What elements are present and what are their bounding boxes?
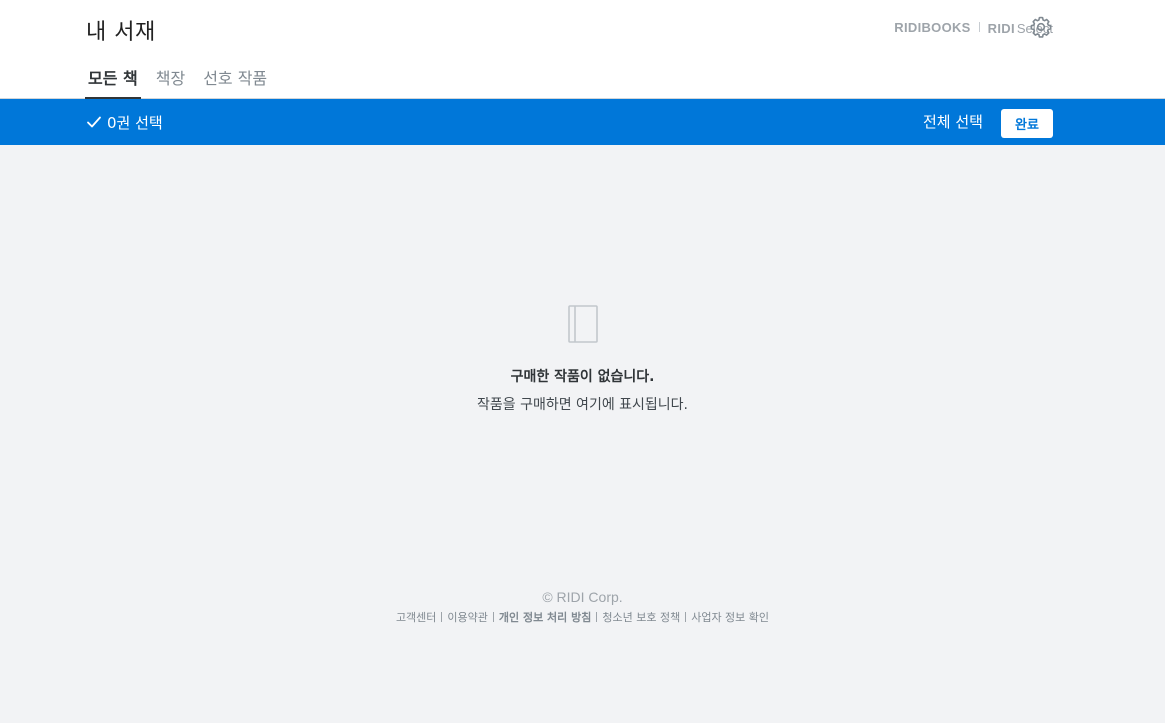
copyright: © RIDI Corp.: [542, 589, 623, 605]
settings-button[interactable]: [1029, 15, 1053, 39]
header: 내 서재 RIDIBOOKS RIDI Select 모든 책 책장 선호 작품: [0, 0, 1165, 99]
tab-favorites[interactable]: 선호 작품: [200, 60, 270, 99]
selection-bar: 0권 선택 전체 선택 완료: [0, 99, 1165, 145]
footer-link-terms[interactable]: 이용약관: [447, 609, 487, 625]
ridibooks-link[interactable]: RIDIBOOKS: [894, 20, 970, 35]
footer-link-privacy-policy[interactable]: 개인 정보 처리 방침: [499, 609, 591, 625]
brand-divider: [978, 22, 980, 32]
library-tabs: 모든 책 책장 선호 작품: [85, 60, 282, 99]
footer-link-business-info[interactable]: 사업자 정보 확인: [691, 609, 769, 625]
page-title: 내 서재: [86, 20, 156, 45]
footer: © RIDI Corp. 고객센터 이용약관 개인 정보 처리 방침 청소년 보…: [0, 589, 1165, 625]
tab-all-books[interactable]: 모든 책: [85, 60, 141, 99]
empty-state-title: 구매한 작품이 없습니다.: [510, 369, 655, 385]
check-icon: [87, 116, 101, 128]
selection-count[interactable]: 0권 선택: [86, 99, 163, 145]
footer-divider: [596, 612, 598, 622]
footer-divider: [685, 612, 687, 622]
footer-divider: [492, 612, 494, 622]
footer-divider: [441, 612, 443, 622]
select-all-button[interactable]: 전체 선택: [923, 99, 983, 145]
footer-link-youth-protection[interactable]: 청소년 보호 정책: [602, 609, 680, 625]
footer-links: 고객센터 이용약관 개인 정보 처리 방침 청소년 보호 정책 사업자 정보 확…: [0, 609, 1165, 625]
book-icon: [567, 305, 598, 343]
gear-icon: [1030, 16, 1052, 38]
done-button[interactable]: 완료: [1001, 109, 1053, 138]
ridi-select-brand: RIDI: [987, 20, 1015, 36]
footer-link-customer-center[interactable]: 고객센터: [396, 609, 436, 625]
selection-count-label: 0권 선택: [107, 113, 163, 132]
empty-state: 구매한 작품이 없습니다. 작품을 구매하면 여기에 표시됩니다.: [0, 305, 1165, 414]
empty-state-description: 작품을 구매하면 여기에 표시됩니다.: [477, 397, 688, 413]
tab-bookshelf[interactable]: 책장: [153, 60, 188, 99]
